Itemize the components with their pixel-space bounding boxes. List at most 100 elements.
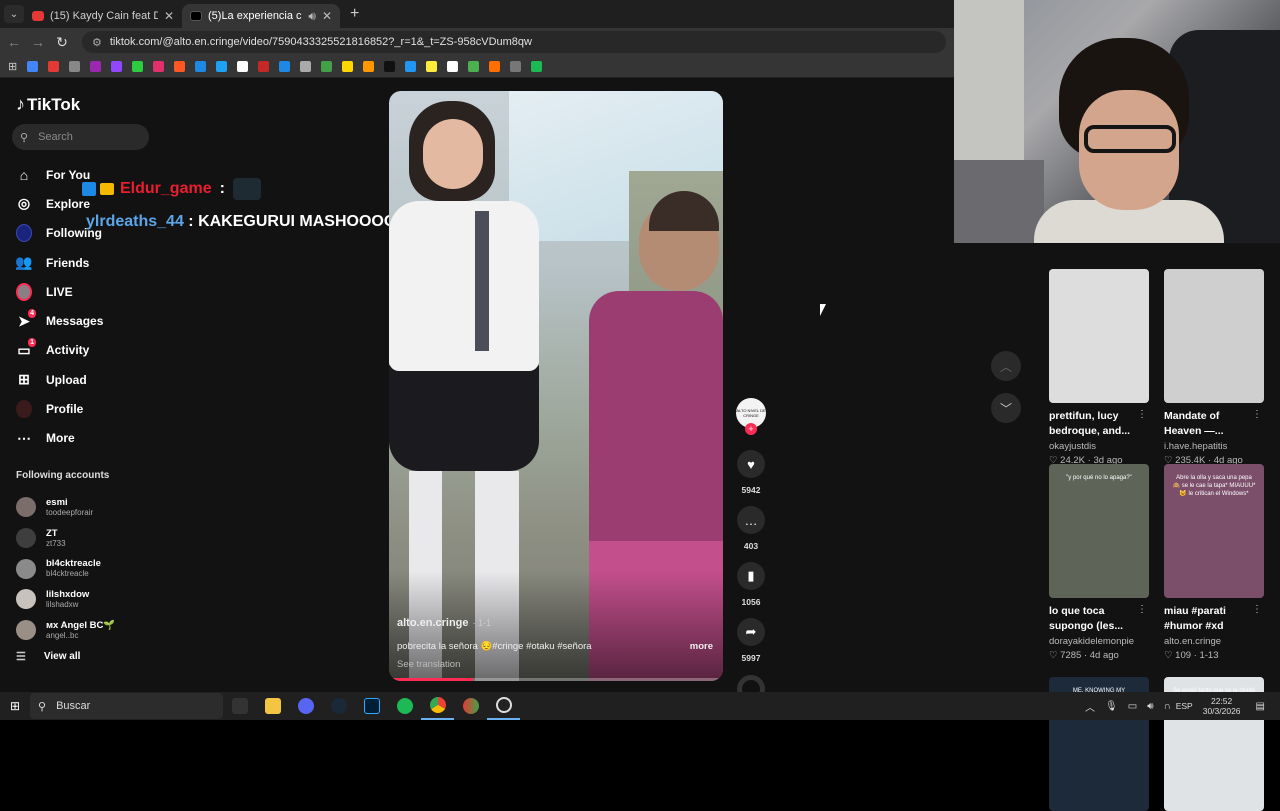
taskbar-app-obs[interactable] bbox=[487, 692, 520, 720]
sidebar-item-upload[interactable]: ⊞ Upload bbox=[16, 365, 103, 394]
view-all-link[interactable]: ☰ View all bbox=[16, 650, 80, 663]
bookmark-icon[interactable] bbox=[426, 61, 438, 72]
comment-icon[interactable]: … bbox=[737, 506, 765, 534]
bookmark-icon[interactable] bbox=[132, 61, 144, 72]
bookmark-icon[interactable] bbox=[153, 61, 165, 72]
bookmark-icon[interactable] bbox=[195, 61, 207, 72]
share-icon[interactable]: ➦ bbox=[737, 618, 765, 646]
bookmark-icon[interactable] bbox=[342, 61, 354, 72]
language-indicator[interactable]: ESP bbox=[1176, 701, 1193, 711]
browser-tab-active[interactable]: (5)La experiencia cringe de 🔊︎ ✕ bbox=[182, 4, 340, 28]
clock[interactable]: 22:52 30/3/2026 bbox=[1203, 696, 1241, 716]
more-options-icon[interactable]: ⋮ bbox=[1137, 409, 1147, 420]
taskbar-app-chrome[interactable] bbox=[421, 692, 454, 720]
video-card[interactable]: Mandate of Heaven —... ⋮ i.have.hepatitis ♡… bbox=[1164, 269, 1264, 466]
site-info-icon[interactable]: ⚙ bbox=[92, 36, 102, 49]
video-card[interactable]: prettifun, lucy bedroque, and... ⋮ okayjus… bbox=[1049, 269, 1149, 466]
bookmark-icon[interactable] bbox=[447, 61, 459, 72]
close-tab-icon[interactable]: ✕ bbox=[322, 9, 332, 23]
video-thumbnail[interactable] bbox=[1164, 269, 1264, 403]
bookmark-icon[interactable] bbox=[531, 61, 543, 72]
video-card[interactable]: "y por qué no lo apaga?" lo que toca supo… bbox=[1049, 464, 1149, 661]
bookmark-icon[interactable] bbox=[510, 61, 522, 72]
notification-icon[interactable]: ▤ bbox=[1256, 701, 1265, 712]
following-account[interactable]: ᴍx Angel BC🌱 angel..bc bbox=[16, 615, 115, 646]
more-button[interactable]: more bbox=[690, 641, 713, 652]
sidebar-item-live[interactable]: LIVE bbox=[16, 277, 103, 306]
next-video-button[interactable]: ﹀ bbox=[991, 393, 1021, 423]
bookmark-icon[interactable] bbox=[363, 61, 375, 72]
video-thumbnail[interactable]: Abre la olla y saca una pepa 🙈 se le cae… bbox=[1164, 464, 1264, 598]
bookmark-icon[interactable] bbox=[216, 61, 228, 72]
volume-icon[interactable]: 🔊︎ bbox=[1147, 701, 1153, 712]
sidebar-item-friends[interactable]: 👥 Friends bbox=[15, 248, 103, 277]
headset-icon[interactable]: ∩ bbox=[1164, 701, 1171, 712]
creator-avatar[interactable]: ALTO NIVEL DE CRINGE + bbox=[736, 398, 766, 435]
following-account[interactable]: ZT zt733 bbox=[16, 523, 115, 554]
apps-icon[interactable]: ⊞ bbox=[8, 60, 17, 73]
new-tab-button[interactable]: + bbox=[350, 5, 359, 23]
taskbar-search[interactable]: ⚲ Buscar bbox=[30, 693, 223, 719]
bookmark-icon[interactable] bbox=[69, 61, 81, 72]
see-translation-link[interactable]: See translation bbox=[397, 659, 460, 670]
video-player[interactable]: alto.en.cringe · 1-1 pobrecita la señora … bbox=[389, 91, 723, 681]
bookmark-icon[interactable] bbox=[300, 61, 312, 72]
following-account[interactable]: esmi toodeepforair bbox=[16, 492, 115, 523]
bookmark-icon[interactable] bbox=[468, 61, 480, 72]
bookmark-icon[interactable] bbox=[27, 61, 39, 72]
follow-plus-icon[interactable]: + bbox=[745, 423, 757, 435]
bookmark-icon[interactable] bbox=[174, 61, 186, 72]
bookmark-icon[interactable] bbox=[48, 61, 60, 72]
taskbar-app-explorer[interactable] bbox=[256, 692, 289, 720]
bookmark-icon[interactable] bbox=[489, 61, 501, 72]
sidebar-item-activity[interactable]: ▭ 1 Activity bbox=[16, 336, 103, 365]
speaker-icon[interactable]: 🔊︎ bbox=[308, 9, 316, 24]
taskbar-app-obs-studio[interactable] bbox=[454, 692, 487, 720]
more-options-icon[interactable]: ⋮ bbox=[1252, 604, 1262, 615]
more-options-icon[interactable]: ⋮ bbox=[1252, 409, 1262, 420]
sidebar-item-profile[interactable]: Profile bbox=[16, 394, 103, 423]
bookmark-icon[interactable] bbox=[111, 61, 123, 72]
browser-tab[interactable]: (15) Kaydy Cain feat Doony Gra ✕ bbox=[24, 4, 182, 28]
video-progress-bar[interactable] bbox=[389, 678, 723, 681]
video-author[interactable]: okayjustdis bbox=[1049, 441, 1149, 452]
forward-icon[interactable]: → bbox=[26, 34, 50, 50]
video-thumbnail[interactable] bbox=[1049, 269, 1149, 403]
bookmark-icon[interactable] bbox=[258, 61, 270, 72]
video-author[interactable]: alto.en.cringe bbox=[1164, 636, 1264, 647]
bookmark-icon[interactable]: ▮ bbox=[737, 562, 765, 590]
windows-start-icon[interactable]: ⊞ bbox=[0, 699, 30, 713]
network-icon[interactable]: ▭ bbox=[1128, 701, 1137, 712]
bookmark-icon[interactable] bbox=[90, 61, 102, 72]
video-card[interactable]: Abre la olla y saca una pepa 🙈 se le cae… bbox=[1164, 464, 1264, 661]
video-author[interactable]: alto.en.cringe · 1-1 bbox=[397, 617, 491, 629]
bookmark-icon[interactable] bbox=[384, 61, 396, 72]
taskbar-app-spotify[interactable] bbox=[388, 692, 421, 720]
bookmark-icon[interactable] bbox=[279, 61, 291, 72]
previous-video-button[interactable]: ︿ bbox=[991, 351, 1021, 381]
sidebar-item-messages[interactable]: ➤ 4 Messages bbox=[16, 306, 103, 335]
tab-search-button[interactable]: ⌄ bbox=[4, 5, 24, 23]
bookmark-icon[interactable] bbox=[321, 61, 333, 72]
video-author[interactable]: i.have.hepatitis bbox=[1164, 441, 1264, 452]
bookmark-icon[interactable] bbox=[405, 61, 417, 72]
microphone-icon[interactable]: 🎙︎ bbox=[1105, 701, 1118, 712]
chevron-up-icon[interactable]: ︿ bbox=[1085, 699, 1095, 714]
video-author[interactable]: dorayakidelemonpie bbox=[1049, 636, 1149, 647]
taskbar-app-discord[interactable] bbox=[289, 692, 322, 720]
url-field[interactable]: ⚙ tiktok.com/@alto.en.cringe/video/75904… bbox=[82, 31, 946, 53]
heart-icon[interactable]: ♥ bbox=[737, 450, 765, 478]
taskbar-app-game[interactable] bbox=[223, 692, 256, 720]
taskbar-app-steam[interactable] bbox=[322, 692, 355, 720]
more-options-icon[interactable]: ⋮ bbox=[1137, 604, 1147, 615]
following-account[interactable]: lilshxdow lilshadxw bbox=[16, 584, 115, 615]
video-thumbnail[interactable]: "y por qué no lo apaga?" bbox=[1049, 464, 1149, 598]
taskbar-app-photoshop[interactable] bbox=[355, 692, 388, 720]
reload-icon[interactable]: ↻ bbox=[50, 34, 74, 51]
tiktok-logo[interactable]: ♪ TikTok bbox=[16, 94, 80, 115]
back-icon[interactable]: ← bbox=[2, 34, 26, 50]
sidebar-item-more[interactable]: ⋯ More bbox=[16, 424, 103, 453]
bookmark-icon[interactable] bbox=[237, 61, 249, 72]
close-tab-icon[interactable]: ✕ bbox=[164, 9, 174, 23]
search-input[interactable]: ⚲ Search bbox=[12, 124, 149, 150]
